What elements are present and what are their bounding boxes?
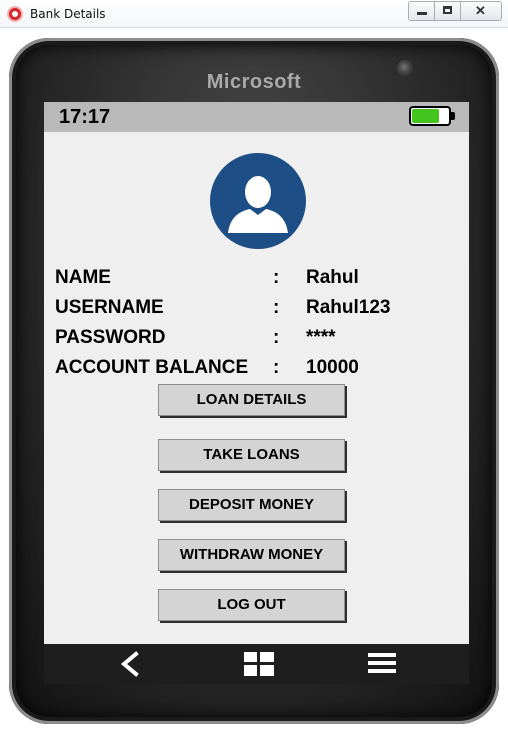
info-row-name: NAME : Rahul [55, 267, 455, 293]
deposit-money-button[interactable]: DEPOSIT MONEY [158, 489, 345, 521]
username-label: USERNAME [55, 297, 164, 318]
window-title: Bank Details [30, 7, 106, 21]
close-button[interactable]: ✕ [461, 2, 501, 20]
log-out-button[interactable]: LOG OUT [158, 589, 345, 621]
info-row-account-balance: ACCOUNT BALANCE : 10000 [55, 357, 455, 383]
window-controls: ✕ [408, 1, 502, 21]
app-icon [7, 6, 23, 22]
account-balance-value: 10000 [306, 357, 359, 378]
close-icon: ✕ [475, 3, 486, 18]
battery-icon [409, 106, 451, 126]
phone-screen: 17:17 NAME : Rahul USERNAME : Rahul123 P… [44, 102, 469, 684]
withdraw-money-button[interactable]: WITHDRAW MONEY [158, 539, 345, 571]
loan-details-button[interactable]: LOAN DETAILS [158, 384, 345, 416]
windows-home-icon[interactable] [244, 652, 274, 676]
password-label: PASSWORD [55, 327, 166, 348]
back-arrow-icon[interactable] [118, 651, 142, 677]
name-label: NAME [55, 267, 111, 288]
account-balance-label: ACCOUNT BALANCE [55, 357, 249, 378]
password-separator: : [273, 327, 280, 348]
hamburger-menu-icon[interactable] [368, 652, 396, 674]
name-value: Rahul [306, 267, 359, 288]
phone-navbar [44, 644, 469, 684]
user-silhouette-icon [210, 153, 306, 249]
battery-level [412, 109, 439, 123]
window-titlebar: Bank Details ✕ [0, 0, 508, 28]
username-value: Rahul123 [306, 297, 391, 318]
camera-icon [397, 60, 413, 76]
minimize-button[interactable] [409, 2, 435, 20]
avatar-graphic [228, 176, 288, 233]
name-separator: : [273, 267, 280, 288]
maximize-icon [443, 6, 452, 14]
phone-brand: Microsoft [206, 71, 302, 93]
battery-tip [451, 112, 455, 120]
status-clock: 17:17 [59, 106, 111, 128]
maximize-button[interactable] [435, 2, 461, 20]
account-balance-separator: : [273, 357, 280, 378]
password-value: **** [306, 327, 336, 348]
minimize-icon [417, 12, 427, 15]
status-bar: 17:17 [44, 102, 469, 132]
info-row-username: USERNAME : Rahul123 [55, 297, 455, 323]
take-loans-button[interactable]: TAKE LOANS [158, 439, 345, 471]
info-row-password: PASSWORD : **** [55, 327, 455, 353]
username-separator: : [273, 297, 280, 318]
